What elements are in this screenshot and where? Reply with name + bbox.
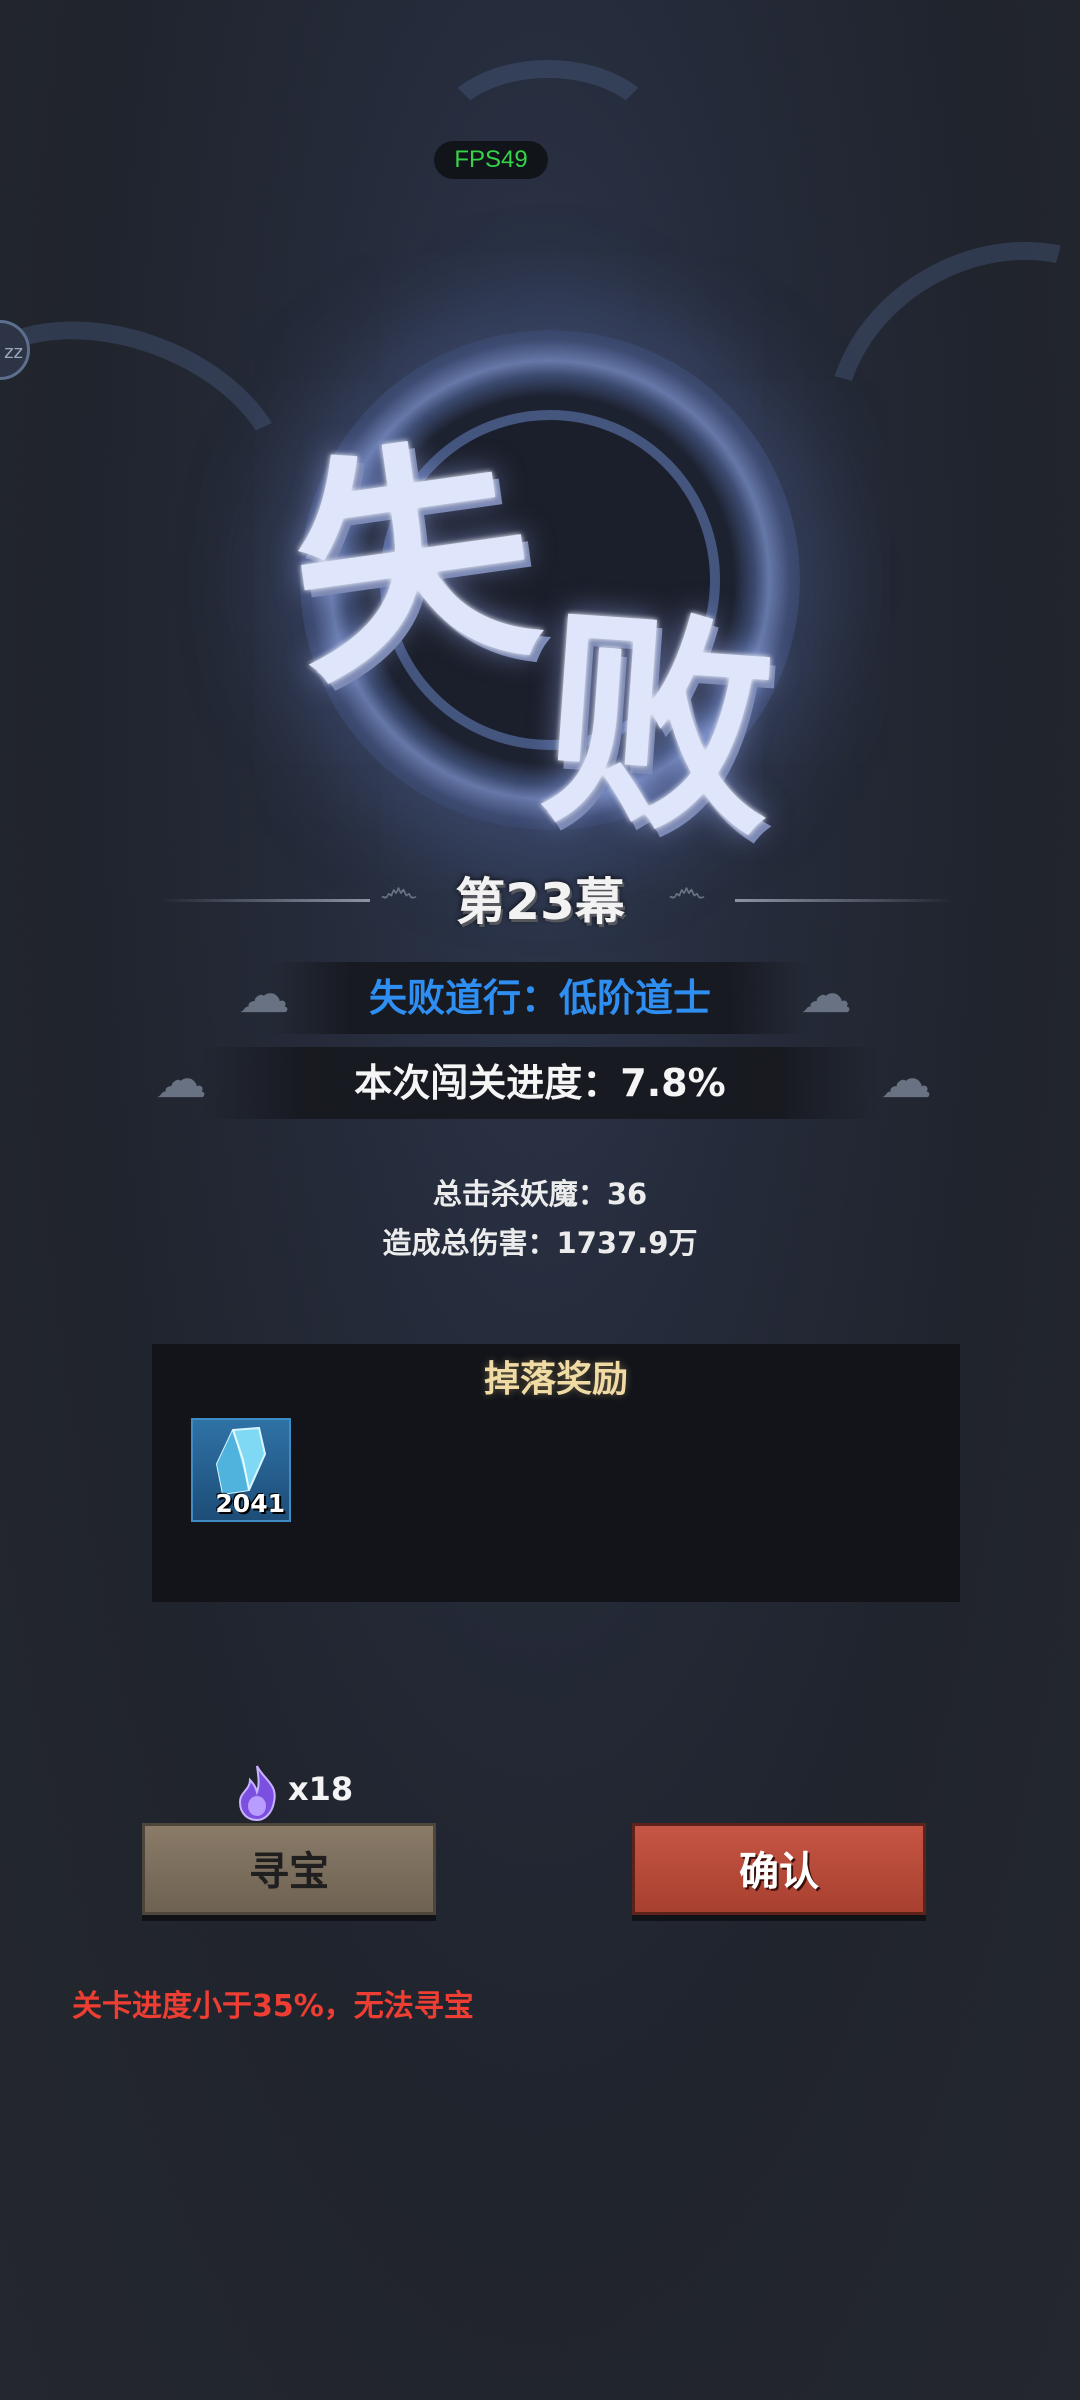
- cloud-ornament-icon: ☁: [880, 1050, 932, 1110]
- reward-item-count: 2041: [215, 1489, 285, 1518]
- kills-stat: 总击杀妖魔：36: [432, 1177, 648, 1211]
- cloud-ornament-icon: ☁: [800, 965, 852, 1025]
- stage-label: 第23幕: [455, 873, 625, 931]
- fail-rank-text: 失败道行：低阶道士: [368, 976, 711, 1020]
- treasure-hunt-button[interactable]: 寻宝: [142, 1823, 436, 1915]
- reward-title: 掉落奖励: [483, 1359, 628, 1400]
- progress-text: 本次闯关进度：7.8%: [354, 1061, 726, 1105]
- stage-divider-left: [160, 899, 370, 902]
- confirm-button[interactable]: 确认: [632, 1823, 926, 1915]
- cloud-ornament-icon: ☁: [155, 1050, 207, 1110]
- stage-divider-right: [735, 899, 955, 902]
- cloud-swirl-decoration: [430, 60, 666, 216]
- cloud-ornament-icon: ෴: [668, 866, 706, 912]
- fps-counter: FPS49: [434, 141, 548, 179]
- cloud-ornament-icon: ෴: [380, 866, 418, 912]
- damage-stat: 造成总伤害：1737.9万: [382, 1226, 698, 1260]
- treasure-warning-text: 关卡进度小于35%，无法寻宝: [72, 1989, 474, 2024]
- reward-item-slot[interactable]: 2041: [191, 1418, 291, 1522]
- cloud-ornament-icon: ☁: [238, 965, 290, 1025]
- treasure-ticket-count: x18: [288, 1770, 354, 1808]
- spirit-flame-icon: [238, 1765, 276, 1822]
- defeat-title-char-2: 败: [534, 583, 783, 869]
- defeat-title-char-1: 失: [274, 406, 552, 720]
- cloud-swirl-decoration: [769, 180, 1080, 616]
